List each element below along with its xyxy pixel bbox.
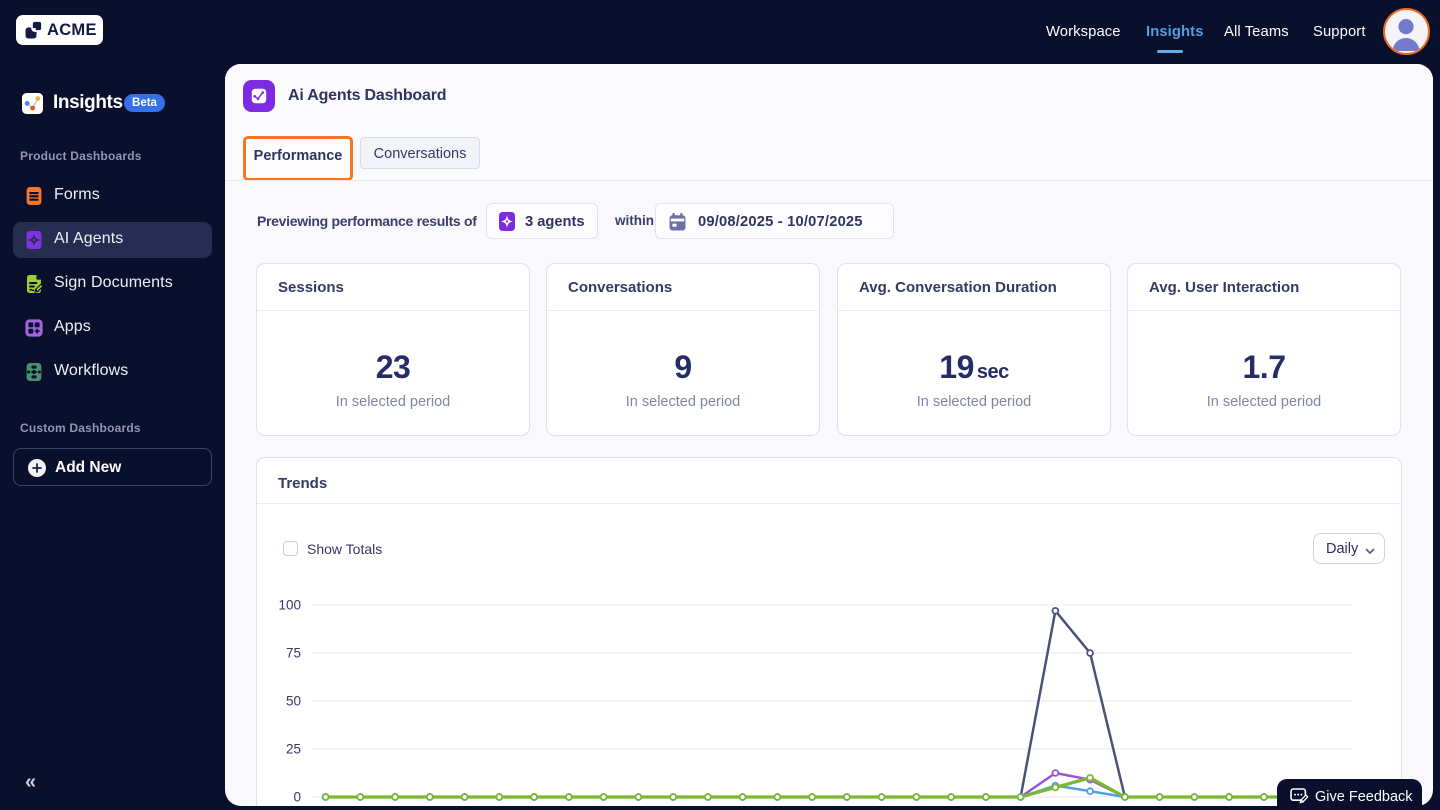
svg-text:0: 0 [293,790,301,805]
svg-text:75: 75 [286,646,301,661]
svg-text:25: 25 [286,742,301,757]
svg-text:50: 50 [286,694,301,709]
svg-text:100: 100 [278,598,301,613]
